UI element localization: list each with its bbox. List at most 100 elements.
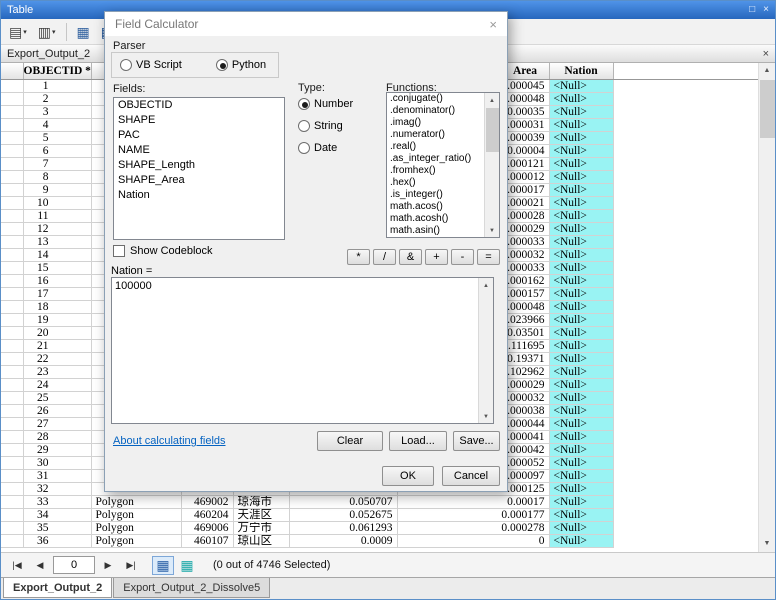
cell-sel[interactable] [1,183,23,196]
function-item[interactable]: .numerator() [387,129,484,141]
function-item[interactable]: .conjugate() [387,93,484,105]
cell-sel[interactable] [1,365,23,378]
expression-scrollbar[interactable] [478,278,493,423]
ok-button[interactable]: OK [382,466,434,486]
cell-sel[interactable] [1,287,23,300]
cell-id[interactable]: 4 [23,118,91,131]
cell-sel[interactable] [1,482,23,495]
cell-length[interactable]: 0.052675 [289,508,397,521]
cell-id[interactable]: 1 [23,79,91,92]
type-option-string[interactable]: String [298,120,353,132]
function-item[interactable]: math.acos() [387,201,484,213]
cell-id[interactable]: 15 [23,261,91,274]
column-header-sel[interactable] [1,63,23,79]
type-option-number[interactable]: Number [298,98,353,110]
cell-sel[interactable] [1,144,23,157]
scroll-up-icon[interactable] [759,63,775,79]
cell-id[interactable]: 24 [23,378,91,391]
cell-id[interactable]: 23 [23,365,91,378]
cell-sel[interactable] [1,105,23,118]
cell-nation[interactable]: <Null> [549,274,613,287]
function-item[interactable]: .is_integer() [387,189,484,201]
operator-button[interactable]: * [347,249,370,265]
cell-id[interactable]: 25 [23,391,91,404]
cell-nation[interactable]: <Null> [549,404,613,417]
cancel-button[interactable]: Cancel [442,466,500,486]
cell-sel[interactable] [1,326,23,339]
function-item[interactable]: math.asin() [387,225,484,237]
field-item[interactable]: PAC [114,128,284,143]
cell-sel[interactable] [1,352,23,365]
show-all-records-button[interactable]: ▦ [152,556,174,575]
cell-sel[interactable] [1,469,23,482]
function-item[interactable]: .hex() [387,177,484,189]
cell-nation[interactable]: <Null> [549,534,613,547]
load-button[interactable]: Load... [389,431,447,451]
cell-id[interactable]: 11 [23,209,91,222]
close-table-icon[interactable]: × [763,48,769,60]
cell-sel[interactable] [1,378,23,391]
related-tables-button[interactable]: ▥▾ [34,22,60,42]
cell-nation[interactable]: <Null> [549,118,613,131]
cell-area[interactable]: 0.00017 [397,495,549,508]
cell-pac[interactable]: 469002 [181,495,233,508]
cell-sel[interactable] [1,274,23,287]
cell-nation[interactable]: <Null> [549,339,613,352]
field-item[interactable]: NAME [114,143,284,158]
cell-nation[interactable]: <Null> [549,196,613,209]
bottom-tab-export-output-2-dissolve5[interactable]: Export_Output_2_Dissolve5 [113,578,270,598]
fields-listbox[interactable]: OBJECTIDSHAPEPACNAMESHAPE_LengthSHAPE_Ar… [113,97,285,240]
cell-nation[interactable]: <Null> [549,456,613,469]
cell-sel[interactable] [1,534,23,547]
cell-name[interactable]: 琼海市 [233,495,289,508]
cell-id[interactable]: 19 [23,313,91,326]
table-vertical-scrollbar[interactable] [758,63,775,552]
scroll-down-icon[interactable] [479,409,493,423]
cell-id[interactable]: 12 [23,222,91,235]
cell-sel[interactable] [1,443,23,456]
parser-option-python[interactable]: Python [216,59,266,71]
cell-nation[interactable]: <Null> [549,131,613,144]
cell-id[interactable]: 14 [23,248,91,261]
cell-sel[interactable] [1,79,23,92]
function-item[interactable]: .real() [387,141,484,153]
scrollbar-thumb[interactable] [760,80,775,138]
select-by-attributes-button[interactable]: ▦ [73,22,94,42]
scroll-down-icon[interactable] [759,536,775,552]
type-option-date[interactable]: Date [298,142,353,154]
cell-length[interactable]: 0.0009 [289,534,397,547]
parser-option-vb-script[interactable]: VB Script [120,59,182,71]
record-number-input[interactable] [53,556,95,574]
cell-nation[interactable]: <Null> [549,183,613,196]
cell-sel[interactable] [1,521,23,534]
cell-nation[interactable]: <Null> [549,521,613,534]
cell-id[interactable]: 16 [23,274,91,287]
cell-nation[interactable]: <Null> [549,92,613,105]
dialog-titlebar[interactable]: Field Calculator × [105,12,507,36]
column-header-nation[interactable]: Nation [549,63,613,79]
cell-area[interactable]: 0.000278 [397,521,549,534]
cell-id[interactable]: 6 [23,144,91,157]
cell-nation[interactable]: <Null> [549,261,613,274]
cell-sel[interactable] [1,404,23,417]
cell-id[interactable]: 21 [23,339,91,352]
cell-nation[interactable]: <Null> [549,326,613,339]
cell-id[interactable]: 9 [23,183,91,196]
column-header-id[interactable]: OBJECTID * [23,63,91,79]
cell-sel[interactable] [1,495,23,508]
cell-shape[interactable]: Polygon [91,508,181,521]
cell-id[interactable]: 29 [23,443,91,456]
cell-sel[interactable] [1,391,23,404]
cell-id[interactable]: 13 [23,235,91,248]
cell-sel[interactable] [1,196,23,209]
cell-nation[interactable]: <Null> [549,79,613,92]
cell-pac[interactable]: 460107 [181,534,233,547]
cell-id[interactable]: 22 [23,352,91,365]
cell-id[interactable]: 10 [23,196,91,209]
functions-scrollbar[interactable] [484,93,499,237]
cell-nation[interactable]: <Null> [549,391,613,404]
cell-sel[interactable] [1,222,23,235]
last-record-button[interactable]: ▶| [121,556,141,574]
cell-area[interactable]: 0 [397,534,549,547]
operator-button[interactable]: / [373,249,396,265]
